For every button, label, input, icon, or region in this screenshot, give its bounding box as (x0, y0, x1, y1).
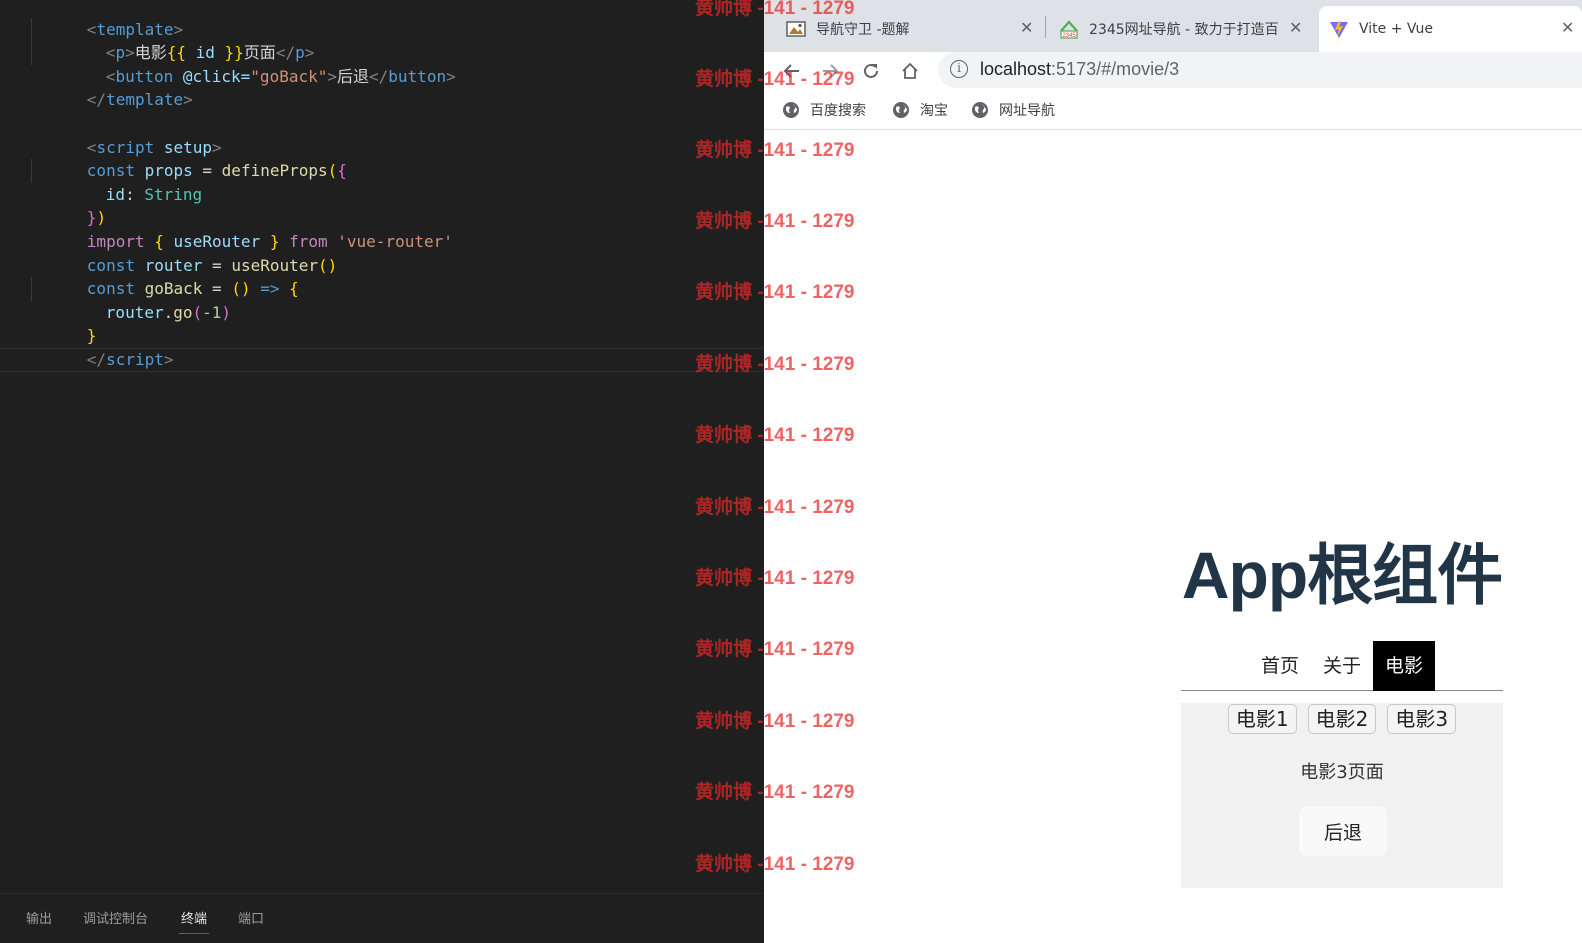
bookmark-baidu[interactable]: 百度搜索 (782, 100, 866, 120)
code-line[interactable]: router.go(-1) (0, 277, 764, 322)
browser-tab-active[interactable]: Vite + Vue ✕ (1319, 6, 1582, 52)
address-bar[interactable]: i localhost:5173/#/movie/3 (938, 52, 1582, 88)
code-line[interactable]: import { useRouter } from 'vue-router' (0, 206, 764, 251)
movie-link-2[interactable]: 电影2 (1307, 704, 1377, 734)
bookmark-taobao[interactable]: 淘宝 (892, 100, 948, 120)
tab-terminal[interactable]: 终端 (178, 908, 210, 934)
watermark-text: 黄帅博 -141 - 1279 (695, 639, 855, 660)
code-line-current[interactable] (0, 347, 764, 372)
panel-tab-bar: 输出 调试控制台 终端 端口 (0, 893, 764, 943)
tab-title: 导航守卫 -题解 (816, 22, 910, 38)
nav-link-home[interactable]: 首页 (1249, 641, 1311, 691)
home-icon[interactable] (896, 57, 924, 85)
browser-window: 导航守卫 -题解 ✕ 2345 2345网址导航 - 致力于打造百 ✕ Vite… (764, 0, 1582, 943)
back-button[interactable]: 后退 (1299, 806, 1387, 856)
svg-text:2345: 2345 (1062, 33, 1076, 39)
close-icon[interactable]: ✕ (1020, 18, 1033, 37)
code-line[interactable]: id: String (0, 159, 764, 204)
bookmarks-bar: 百度搜索 淘宝 网址导航 (764, 92, 1582, 130)
code-editor[interactable]: <template> <p>电影{{ id }}页面</p> <button @… (0, 0, 764, 943)
main-nav: 首页 关于 电影 (1181, 641, 1503, 691)
tab-output[interactable]: 输出 (26, 908, 52, 927)
code-line[interactable] (0, 88, 764, 112)
bookmark-label: 淘宝 (920, 103, 948, 119)
watermark-text: 黄帅博 -141 - 1279 (695, 497, 855, 518)
movie-page-text: 电影3页面 (1300, 762, 1384, 783)
code-line[interactable]: const props = defineProps({ (0, 136, 764, 180)
code-line[interactable]: <button @click="goBack">后退</button> (0, 41, 764, 86)
2345-favicon-icon: 2345 (1060, 20, 1078, 39)
movie-container: 电影1 电影2 电影3 电影3页面 后退 (1181, 703, 1503, 888)
watermark-text: 黄帅博 -141 - 1279 (695, 0, 855, 19)
code-line[interactable]: </template> (0, 65, 764, 109)
info-icon[interactable]: i (950, 60, 968, 78)
code-line[interactable]: const goBack = () => { (0, 254, 764, 298)
globe-icon (972, 102, 988, 118)
watermark-text: 黄帅博 -141 - 1279 (695, 140, 855, 161)
browser-tab[interactable]: 2345 2345网址导航 - 致力于打造百 ✕ (1059, 6, 1311, 52)
nav-link-about[interactable]: 关于 (1311, 641, 1373, 691)
browser-tab-strip: 导航守卫 -题解 ✕ 2345 2345网址导航 - 致力于打造百 ✕ Vite… (764, 0, 1582, 52)
code-line[interactable]: <template> (0, 0, 764, 39)
code-line[interactable]: </script> (0, 324, 764, 369)
code-line[interactable]: <p>电影{{ id }}页面</p> (0, 17, 764, 62)
watermark-text: 黄帅博 -141 - 1279 (695, 711, 855, 732)
tab-ports[interactable]: 端口 (238, 908, 264, 927)
close-icon[interactable]: ✕ (1289, 18, 1302, 37)
watermark-text: 黄帅博 -141 - 1279 (695, 568, 855, 589)
watermark-text: 黄帅博 -141 - 1279 (695, 354, 855, 375)
watermark-text: 黄帅博 -141 - 1279 (695, 69, 855, 90)
movie-link-3[interactable]: 电影3 (1387, 704, 1457, 734)
watermark-text: 黄帅博 -141 - 1279 (695, 282, 855, 303)
watermark-text: 黄帅博 -141 - 1279 (695, 211, 855, 232)
watermark-text: 黄帅博 -141 - 1279 (695, 425, 855, 446)
watermark-text: 黄帅博 -141 - 1279 (695, 782, 855, 803)
watermark-text: 黄帅博 -141 - 1279 (695, 854, 855, 875)
url-host: localhost (980, 59, 1052, 79)
reload-icon[interactable] (857, 57, 885, 85)
movie-link-1[interactable]: 电影1 (1227, 704, 1297, 734)
code-area[interactable]: <template> <p>电影{{ id }}页面</p> <button @… (0, 0, 764, 372)
vite-favicon-icon (1330, 21, 1348, 38)
url-path: :5173/#/movie/3 (1051, 59, 1180, 79)
bookmark-label: 百度搜索 (810, 103, 866, 119)
close-icon[interactable]: ✕ (1561, 18, 1574, 37)
browser-toolbar: i localhost:5173/#/movie/3 (764, 52, 1582, 90)
tab-divider (1045, 16, 1046, 38)
tab-title: 2345网址导航 - 致力于打造百 (1089, 22, 1279, 38)
tab-title: Vite + Vue (1359, 21, 1434, 37)
code-line[interactable]: <script setup> (0, 112, 764, 157)
page-title: App根组件 (1181, 538, 1503, 612)
url-text[interactable]: localhost:5173/#/movie/3 (980, 59, 1179, 80)
nav-link-movie[interactable]: 电影 (1373, 641, 1436, 691)
tab-debug-console[interactable]: 调试控制台 (83, 908, 148, 927)
code-line[interactable]: } (0, 301, 764, 345)
globe-icon (893, 102, 909, 118)
code-line[interactable]: const router = useRouter() (0, 230, 764, 275)
globe-icon (783, 102, 799, 118)
app-root: App根组件 首页 关于 电影 电影1 电影2 电影3 电影3页面 后退 (1181, 535, 1503, 888)
bookmark-label: 网址导航 (999, 103, 1055, 119)
movie-links: 电影1 电影2 电影3 (1181, 704, 1503, 734)
code-line[interactable]: }) (0, 183, 764, 227)
bookmark-nav[interactable]: 网址导航 (971, 100, 1055, 120)
image-favicon-icon (786, 21, 806, 37)
